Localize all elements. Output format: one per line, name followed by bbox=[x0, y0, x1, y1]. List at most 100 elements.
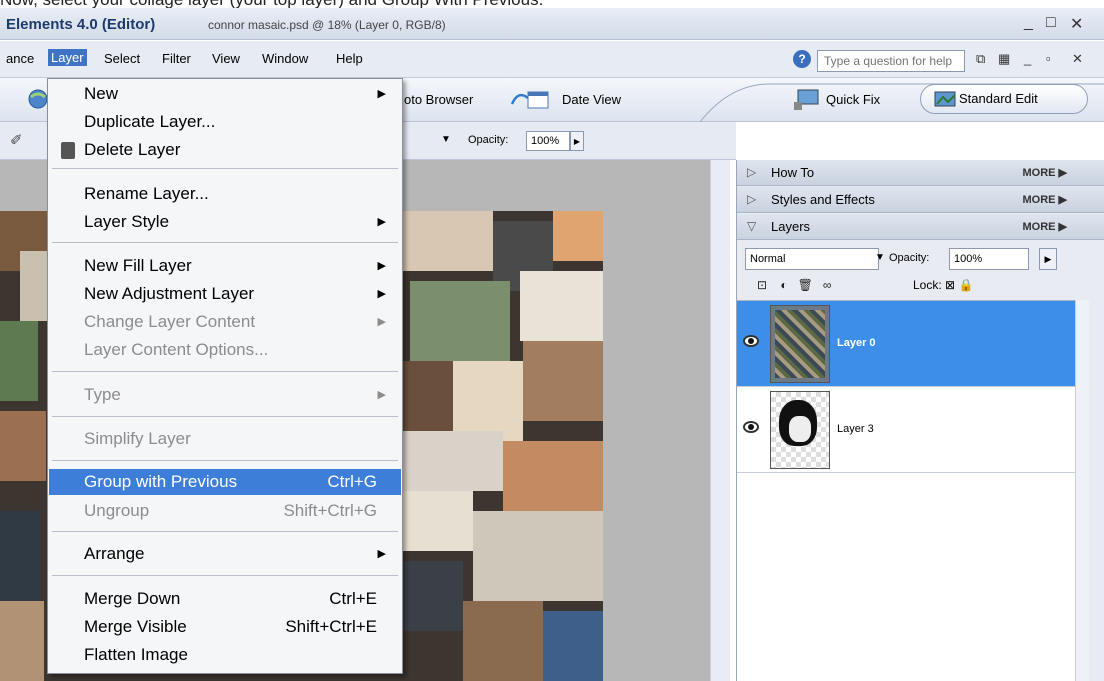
menu-item-label: Layer Style bbox=[84, 212, 170, 231]
menu-separator bbox=[52, 371, 398, 372]
menu-item-new-adjustment-layer[interactable]: New Adjustment Layer ▶ bbox=[49, 281, 401, 307]
menu-item-merge-down[interactable]: Merge Down Ctrl+E bbox=[49, 586, 401, 612]
more-button[interactable]: MORE ▶ bbox=[1022, 166, 1067, 179]
opacity-label: Opacity: bbox=[468, 134, 509, 146]
menu-item-new[interactable]: New ▶ bbox=[49, 81, 401, 107]
menu-select[interactable]: Select bbox=[104, 51, 140, 66]
layers-palette-header[interactable]: ▽ Layers MORE ▶ bbox=[737, 214, 1104, 240]
collapse-triangle-icon: ▽ bbox=[747, 219, 757, 233]
menu-item-label: Arrange bbox=[84, 544, 145, 563]
tile-windows-icon[interactable]: ⧉ bbox=[976, 51, 985, 67]
eraser-tool-icon[interactable]: ✐ bbox=[10, 131, 23, 149]
layer-row-layer-3[interactable]: Layer 3 bbox=[737, 387, 1075, 473]
expand-triangle-icon: ▷ bbox=[747, 165, 757, 179]
menu-item-type: Type ▶ bbox=[49, 382, 401, 408]
palette-title: How To bbox=[771, 165, 815, 180]
menu-item-label: Delete Layer bbox=[84, 140, 181, 159]
menu-filter[interactable]: Filter bbox=[162, 51, 191, 66]
menu-separator bbox=[52, 242, 398, 243]
submenu-arrow-icon: ▶ bbox=[377, 288, 386, 300]
palette-bin: ▷ How To MORE ▶ ▷ Styles and Effects MOR… bbox=[736, 160, 1104, 681]
menu-view[interactable]: View bbox=[212, 51, 240, 66]
standard-edit-button[interactable]: Standard Edit bbox=[920, 84, 1088, 114]
menu-item-merge-visible[interactable]: Merge Visible Shift+Ctrl+E bbox=[49, 614, 401, 640]
menu-item-label: Flatten Image bbox=[84, 645, 188, 664]
menu-item-layer-content-options: Layer Content Options... bbox=[49, 337, 401, 363]
close-button[interactable]: ✕ bbox=[1070, 14, 1083, 34]
layer-tools: ⊡ ◐ 🗑 ∞ bbox=[757, 278, 831, 292]
menu-item-label: New Adjustment Layer bbox=[84, 284, 255, 303]
menu-item-flatten-image[interactable]: Flatten Image bbox=[49, 642, 401, 668]
help-search-input[interactable] bbox=[817, 50, 965, 72]
date-view-icon[interactable] bbox=[508, 88, 549, 109]
menu-item-rename-layer[interactable]: Rename Layer... bbox=[49, 181, 401, 207]
help-icon[interactable]: ? bbox=[793, 50, 811, 68]
how-to-palette-header[interactable]: ▷ How To MORE ▶ bbox=[737, 160, 1104, 186]
more-button[interactable]: MORE ▶ bbox=[1022, 220, 1067, 233]
doc-restore-button[interactable]: ▫ bbox=[1046, 51, 1051, 66]
visibility-eye-icon[interactable] bbox=[743, 421, 759, 433]
menu-item-shortcut: Shift+Ctrl+G bbox=[283, 501, 377, 520]
mode-dropdown-arrow-icon[interactable]: ▼ bbox=[441, 134, 451, 145]
menu-item-shortcut: Ctrl+G bbox=[327, 472, 377, 491]
menu-enhance[interactable]: ance bbox=[6, 51, 34, 66]
delete-layer-icon[interactable]: 🗑 bbox=[798, 278, 813, 292]
cascade-windows-icon[interactable]: ▦ bbox=[998, 51, 1010, 67]
menu-item-delete-layer[interactable]: Delete Layer bbox=[49, 137, 401, 163]
layer-opacity-label: Opacity: bbox=[889, 252, 930, 264]
opacity-slider-button[interactable]: ▶ bbox=[570, 131, 584, 151]
menu-item-shortcut: Ctrl+E bbox=[329, 589, 377, 608]
new-layer-icon[interactable]: ⊡ bbox=[757, 278, 767, 292]
menu-help[interactable]: Help bbox=[336, 51, 363, 66]
layer-opacity-input[interactable]: 100% bbox=[949, 248, 1029, 270]
menu-bar: ance Layer Select Filter View Window Hel… bbox=[0, 41, 1104, 78]
app-title: Elements 4.0 (Editor) bbox=[6, 16, 156, 33]
photo-browser-button[interactable]: oto Browser bbox=[404, 92, 473, 107]
menu-item-label: New bbox=[84, 84, 119, 103]
layer-thumbnail bbox=[770, 305, 830, 383]
submenu-arrow-icon: ▶ bbox=[377, 260, 386, 272]
standard-edit-icon bbox=[934, 91, 956, 107]
submenu-arrow-icon: ▶ bbox=[377, 216, 386, 228]
layer-row-layer-0[interactable]: Layer 0 bbox=[737, 301, 1075, 387]
tutorial-caption: Now, select your collage layer (your top… bbox=[0, 0, 1104, 8]
submenu-arrow-icon: ▶ bbox=[377, 548, 386, 560]
menu-window[interactable]: Window bbox=[262, 51, 308, 66]
styles-effects-palette-header[interactable]: ▷ Styles and Effects MORE ▶ bbox=[737, 187, 1104, 213]
quick-fix-button[interactable]: Quick Fix bbox=[826, 92, 880, 107]
menu-layer[interactable]: Layer bbox=[48, 49, 87, 66]
layer-opacity-slider-button[interactable]: ▶ bbox=[1039, 248, 1057, 270]
menu-item-layer-style[interactable]: Layer Style ▶ bbox=[49, 209, 401, 235]
link-layers-icon[interactable]: ∞ bbox=[823, 278, 832, 292]
layers-scrollbar[interactable] bbox=[1075, 300, 1089, 681]
menu-separator bbox=[52, 460, 398, 461]
lock-all-icon[interactable]: 🔒 bbox=[958, 278, 973, 292]
menu-item-label: Rename Layer... bbox=[84, 184, 209, 203]
dropdown-arrow-icon[interactable]: ▼ bbox=[875, 252, 885, 263]
palette-title: Styles and Effects bbox=[771, 192, 875, 207]
menu-item-ungroup: Ungroup Shift+Ctrl+G bbox=[49, 498, 401, 524]
adjustment-layer-icon[interactable]: ◐ bbox=[780, 278, 787, 292]
doc-close-button[interactable]: ✕ bbox=[1072, 51, 1083, 67]
workspace-scrollbar[interactable] bbox=[710, 160, 730, 681]
more-button[interactable]: MORE ▶ bbox=[1022, 193, 1067, 206]
visibility-eye-icon[interactable] bbox=[743, 335, 759, 347]
menu-item-label: Merge Visible bbox=[84, 617, 187, 636]
doc-minimize-button[interactable]: _ bbox=[1024, 51, 1031, 66]
menu-item-group-with-previous[interactable]: Group with Previous Ctrl+G bbox=[49, 469, 401, 495]
minimize-button[interactable]: _ bbox=[1024, 14, 1033, 32]
date-view-button[interactable]: Date View bbox=[562, 92, 621, 107]
menu-item-label: Group with Previous bbox=[84, 472, 238, 491]
maximize-button[interactable]: □ bbox=[1046, 14, 1056, 32]
lock-transparency-icon[interactable]: ⊠ bbox=[945, 278, 955, 292]
menu-item-duplicate-layer[interactable]: Duplicate Layer... bbox=[49, 109, 401, 135]
menu-item-arrange[interactable]: Arrange ▶ bbox=[49, 541, 401, 567]
menu-item-new-fill-layer[interactable]: New Fill Layer ▶ bbox=[49, 253, 401, 279]
blend-mode-select[interactable]: Normal bbox=[745, 248, 879, 270]
menu-separator bbox=[52, 531, 398, 532]
menu-item-simplify-layer: Simplify Layer bbox=[49, 426, 401, 452]
opacity-input[interactable]: 100% bbox=[526, 131, 570, 151]
menu-item-label: Simplify Layer bbox=[84, 429, 191, 448]
title-bar: Elements 4.0 (Editor) connor masaic.psd … bbox=[0, 8, 1104, 40]
menu-item-label: Type bbox=[84, 385, 121, 404]
